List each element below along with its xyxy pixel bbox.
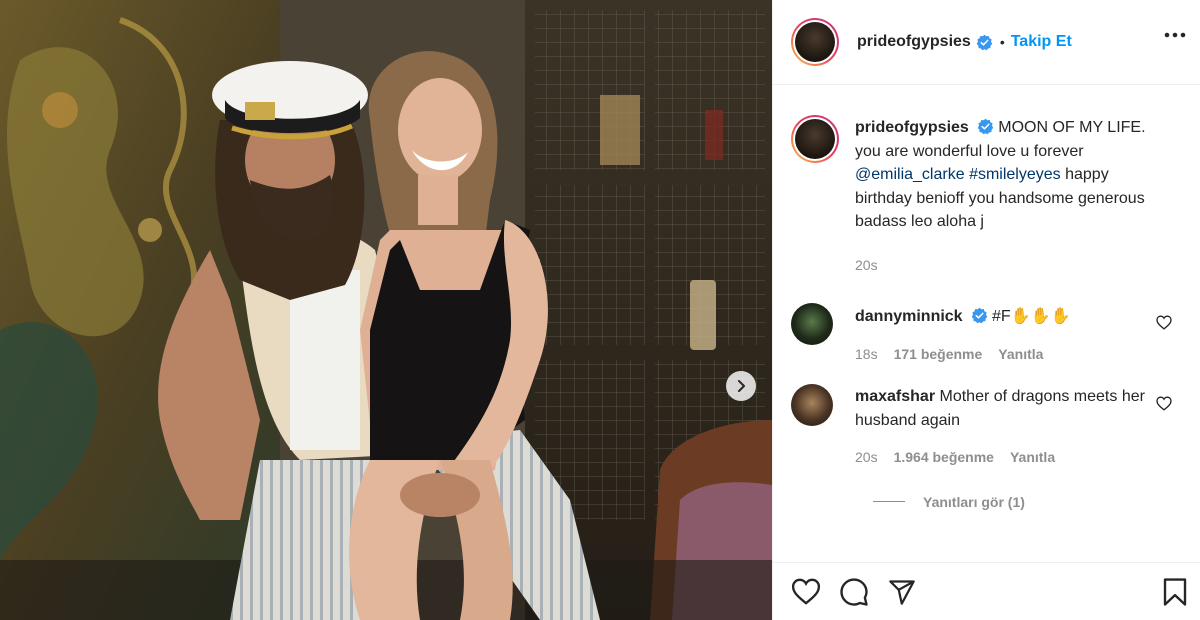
verified-badge-icon bbox=[977, 118, 994, 135]
comment-icon[interactable] bbox=[839, 577, 869, 607]
mention-link[interactable]: @emilia_clarke bbox=[855, 166, 965, 183]
caption-username[interactable]: prideofgypsies bbox=[855, 119, 969, 136]
author-avatar[interactable] bbox=[791, 18, 839, 66]
comment-time[interactable]: 18s bbox=[855, 343, 878, 367]
comment-like-heart-icon[interactable] bbox=[1156, 315, 1172, 330]
verified-badge-icon bbox=[971, 307, 988, 324]
view-replies-label: Yanıtları gör (1) bbox=[923, 493, 1025, 510]
comment-text: #F✋✋✋ bbox=[992, 308, 1071, 325]
comment-item: maxafshar Mother of dragons meets her hu… bbox=[791, 384, 1182, 470]
commenter-username[interactable]: maxafshar bbox=[855, 388, 935, 405]
post-actions-bar bbox=[773, 562, 1200, 620]
view-replies-button[interactable]: Yanıtları gör (1) bbox=[873, 494, 1182, 510]
hashtag-link[interactable]: #smilelyeyes bbox=[969, 166, 1061, 183]
bookmark-icon[interactable] bbox=[1162, 577, 1188, 607]
share-icon[interactable] bbox=[887, 578, 917, 606]
heart-icon[interactable] bbox=[791, 578, 821, 605]
author-username[interactable]: prideofgypsies bbox=[857, 33, 971, 51]
post-caption: prideofgypsies MOON OF MY LIFE. you are … bbox=[791, 115, 1182, 277]
comments-list[interactable]: prideofgypsies MOON OF MY LIFE. you are … bbox=[773, 85, 1200, 562]
commenter-avatar[interactable] bbox=[791, 303, 833, 345]
comment-time[interactable]: 20s bbox=[855, 446, 878, 470]
comment-item: dannyminnick #F✋✋✋ 18s 171 beğenme Yanıt… bbox=[791, 303, 1182, 366]
follow-button[interactable]: Takip Et bbox=[1011, 33, 1072, 51]
caption-time[interactable]: 20s bbox=[855, 254, 878, 278]
instagram-post: prideofgypsies • Takip Et prideofgypsies bbox=[0, 0, 1200, 620]
caption-author-avatar[interactable] bbox=[791, 115, 839, 163]
commenter-avatar[interactable] bbox=[791, 384, 833, 426]
separator-dot: • bbox=[999, 34, 1005, 50]
more-options-icon[interactable] bbox=[1164, 32, 1186, 38]
post-photo[interactable] bbox=[0, 0, 772, 620]
reply-button[interactable]: Yanıtla bbox=[998, 343, 1043, 367]
replies-divider-line bbox=[873, 501, 905, 502]
verified-badge-icon bbox=[976, 34, 993, 50]
chevron-right-icon bbox=[738, 380, 745, 392]
comment-likes[interactable]: 171 beğenme bbox=[894, 343, 983, 367]
comment-likes[interactable]: 1.964 beğenme bbox=[894, 446, 994, 470]
photo-scene bbox=[0, 0, 772, 620]
reply-button[interactable]: Yanıtla bbox=[1010, 446, 1055, 470]
commenter-username[interactable]: dannyminnick bbox=[855, 308, 963, 325]
post-side-panel: prideofgypsies • Takip Et prideofgypsies bbox=[772, 0, 1200, 620]
post-header: prideofgypsies • Takip Et bbox=[773, 0, 1200, 85]
next-photo-button[interactable] bbox=[726, 371, 756, 401]
comment-like-heart-icon[interactable] bbox=[1156, 396, 1172, 411]
